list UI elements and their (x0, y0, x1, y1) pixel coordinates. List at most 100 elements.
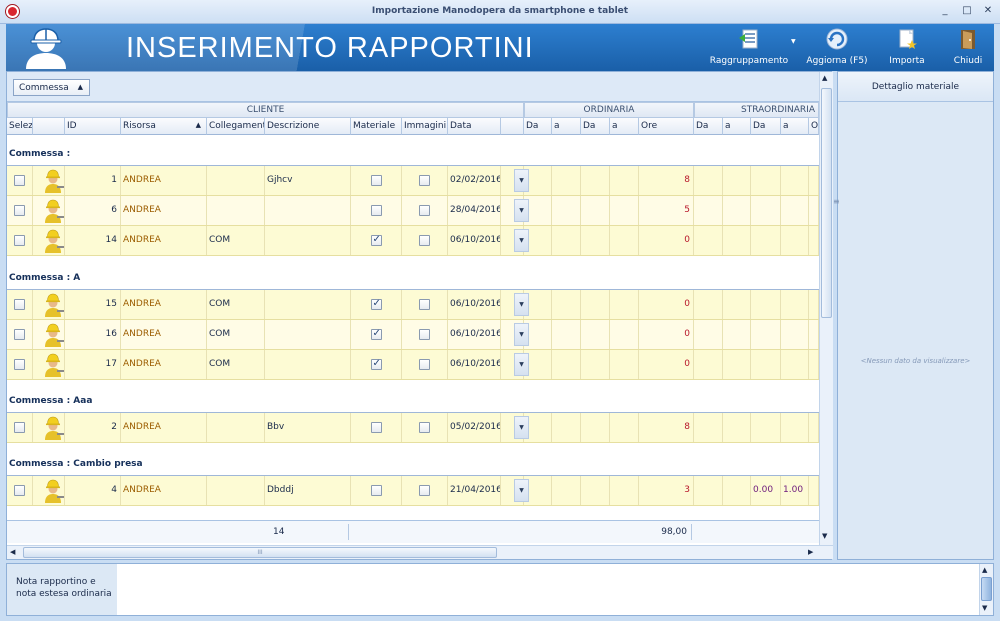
table-row[interactable]: 16ANDREACOM06/10/2016▼0 (7, 320, 819, 350)
aggiorna-button[interactable]: Aggiorna (F5) (804, 25, 870, 69)
nota-textarea[interactable] (117, 564, 979, 615)
materiale-cell (351, 290, 402, 319)
band-ordinaria: ORDINARIA (524, 102, 694, 118)
col-header-ord-a2[interactable]: a (610, 118, 639, 135)
dettaglio-materiale-body: ≡ <Nessun dato da visualizzare> (833, 102, 993, 559)
col-header-ord-a1[interactable]: a (552, 118, 581, 135)
select-checkbox[interactable] (14, 329, 25, 340)
str-a2-cell (781, 413, 809, 442)
window-title: Importazione Manodopera da smartphone e … (371, 6, 629, 16)
empty-cell (809, 166, 819, 195)
empty-cell (809, 413, 819, 442)
materiale-checkbox[interactable] (370, 205, 382, 216)
immagini-checkbox[interactable] (419, 175, 430, 186)
nota-scroll-up-icon[interactable]: ▲ (982, 566, 987, 574)
col-header-selez[interactable]: Selez (7, 118, 33, 135)
descrizione-cell (265, 350, 351, 379)
group-header[interactable]: Commessa : Aaa (7, 396, 819, 413)
col-header-str-or[interactable]: Or (809, 118, 819, 135)
col-header-str-da2[interactable]: Da (751, 118, 781, 135)
risorsa-cell: ANDREA (121, 350, 207, 379)
group-header[interactable]: Commessa : A (7, 273, 819, 290)
immagini-checkbox[interactable] (419, 299, 430, 310)
table-row[interactable]: 17ANDREACOM06/10/2016▼0 (7, 350, 819, 380)
table-row[interactable]: 14ANDREACOM06/10/2016▼0 (7, 226, 819, 256)
select-checkbox[interactable] (14, 235, 25, 246)
materiale-checkbox[interactable] (370, 358, 382, 370)
col-header-dropdown[interactable] (501, 118, 524, 135)
col-header-str-a1[interactable]: a (723, 118, 751, 135)
raggruppamento-button[interactable]: Raggruppamento (706, 25, 792, 69)
id-cell: 6 (65, 196, 121, 225)
group-header[interactable]: Commessa : (7, 149, 819, 166)
select-checkbox[interactable] (14, 205, 25, 216)
col-header-str-a2[interactable]: a (781, 118, 809, 135)
hscroll-thumb[interactable]: III (23, 547, 497, 558)
immagini-checkbox[interactable] (419, 329, 430, 340)
materiale-checkbox[interactable] (370, 298, 382, 310)
scroll-left-icon[interactable]: ◀ (10, 548, 15, 556)
materiale-checkbox[interactable] (370, 234, 382, 246)
col-header-ord-da1[interactable]: Da (524, 118, 552, 135)
id-cell: 16 (65, 320, 121, 349)
importa-button[interactable]: Importa (882, 25, 932, 69)
materiale-checkbox[interactable] (370, 328, 382, 340)
col-header-descrizione[interactable]: Descrizione (265, 118, 351, 135)
chiudi-button[interactable]: Chiudi (944, 25, 992, 69)
select-checkbox[interactable] (14, 485, 25, 496)
col-header-ore[interactable]: Ore (639, 118, 694, 135)
nota-scroll-thumb[interactable] (981, 577, 992, 601)
immagini-checkbox[interactable] (419, 422, 430, 433)
grid-vertical-scrollbar[interactable]: ▲ ▼ (819, 72, 833, 545)
group-chip-commessa[interactable]: Commessa ▲ (13, 79, 90, 96)
splitter-grip-icon[interactable]: ≡ (833, 197, 840, 206)
risorsa-cell: ANDREA (121, 196, 207, 225)
col-header-collegamento[interactable]: Collegamento (207, 118, 265, 135)
col-header-icon[interactable] (33, 118, 65, 135)
table-row[interactable]: 2 ANDREA Bbv 05/02/2016 ▼ 8 (7, 413, 819, 443)
scroll-down-icon[interactable]: ▼ (822, 532, 827, 540)
select-checkbox[interactable] (14, 422, 25, 433)
empty-cell (524, 413, 552, 442)
col-header-risorsa[interactable]: Risorsa ▲ (121, 118, 207, 135)
select-cell (7, 226, 33, 255)
immagini-checkbox[interactable] (419, 359, 430, 370)
select-checkbox[interactable] (14, 175, 25, 186)
close-button[interactable]: ✕ (981, 5, 995, 16)
col-header-str-da1[interactable]: Da (694, 118, 723, 135)
immagini-checkbox[interactable] (419, 205, 430, 216)
col-header-ord-da2[interactable]: Da (581, 118, 610, 135)
str-a2-cell (781, 226, 809, 255)
select-checkbox[interactable] (14, 359, 25, 370)
nota-scrollbar[interactable]: ▲ ▼ (979, 564, 993, 615)
materiale-checkbox[interactable] (370, 485, 382, 496)
table-row[interactable]: 1 ANDREA Gjhcv 02/02/2016 ▼ 8 (7, 166, 819, 196)
empty-cell (723, 476, 751, 505)
table-row[interactable]: 4 ANDREA Dbddj 21/04/2016 ▼ 3 0.00 1.00 (7, 476, 819, 506)
scroll-up-icon[interactable]: ▲ (822, 74, 827, 82)
grid-horizontal-scrollbar[interactable]: ◀ III ▶ (7, 545, 833, 559)
materiale-cell (351, 166, 402, 195)
raggruppamento-dropdown-icon[interactable]: ▼ (791, 38, 796, 45)
table-row[interactable]: 6 ANDREA 28/04/2016 ▼ 5 (7, 196, 819, 226)
immagini-checkbox[interactable] (419, 235, 430, 246)
scroll-right-icon[interactable]: ▶ (808, 548, 813, 556)
data-cell: 28/04/2016 (448, 196, 501, 225)
maximize-button[interactable]: □ (960, 5, 974, 16)
ore-cell: 8 (639, 413, 694, 442)
group-header[interactable]: Commessa : Cambio presa (7, 459, 819, 476)
col-header-data[interactable]: Data (448, 118, 501, 135)
immagini-checkbox[interactable] (419, 485, 430, 496)
col-header-immagini[interactable]: Immagini (402, 118, 448, 135)
scroll-thumb[interactable] (821, 88, 832, 318)
col-header-materiale[interactable]: Materiale (351, 118, 402, 135)
col-header-id[interactable]: ID (65, 118, 121, 135)
nota-panel: Nota rapportino e nota estesa ordinaria … (6, 563, 994, 616)
minimize-button[interactable]: _ (938, 5, 952, 16)
materiale-checkbox[interactable] (370, 422, 382, 433)
data-cell: 05/02/2016 (448, 413, 501, 442)
table-row[interactable]: 15ANDREACOM06/10/2016▼0 (7, 290, 819, 320)
nota-scroll-down-icon[interactable]: ▼ (982, 604, 987, 612)
select-checkbox[interactable] (14, 299, 25, 310)
materiale-checkbox[interactable] (370, 175, 382, 186)
